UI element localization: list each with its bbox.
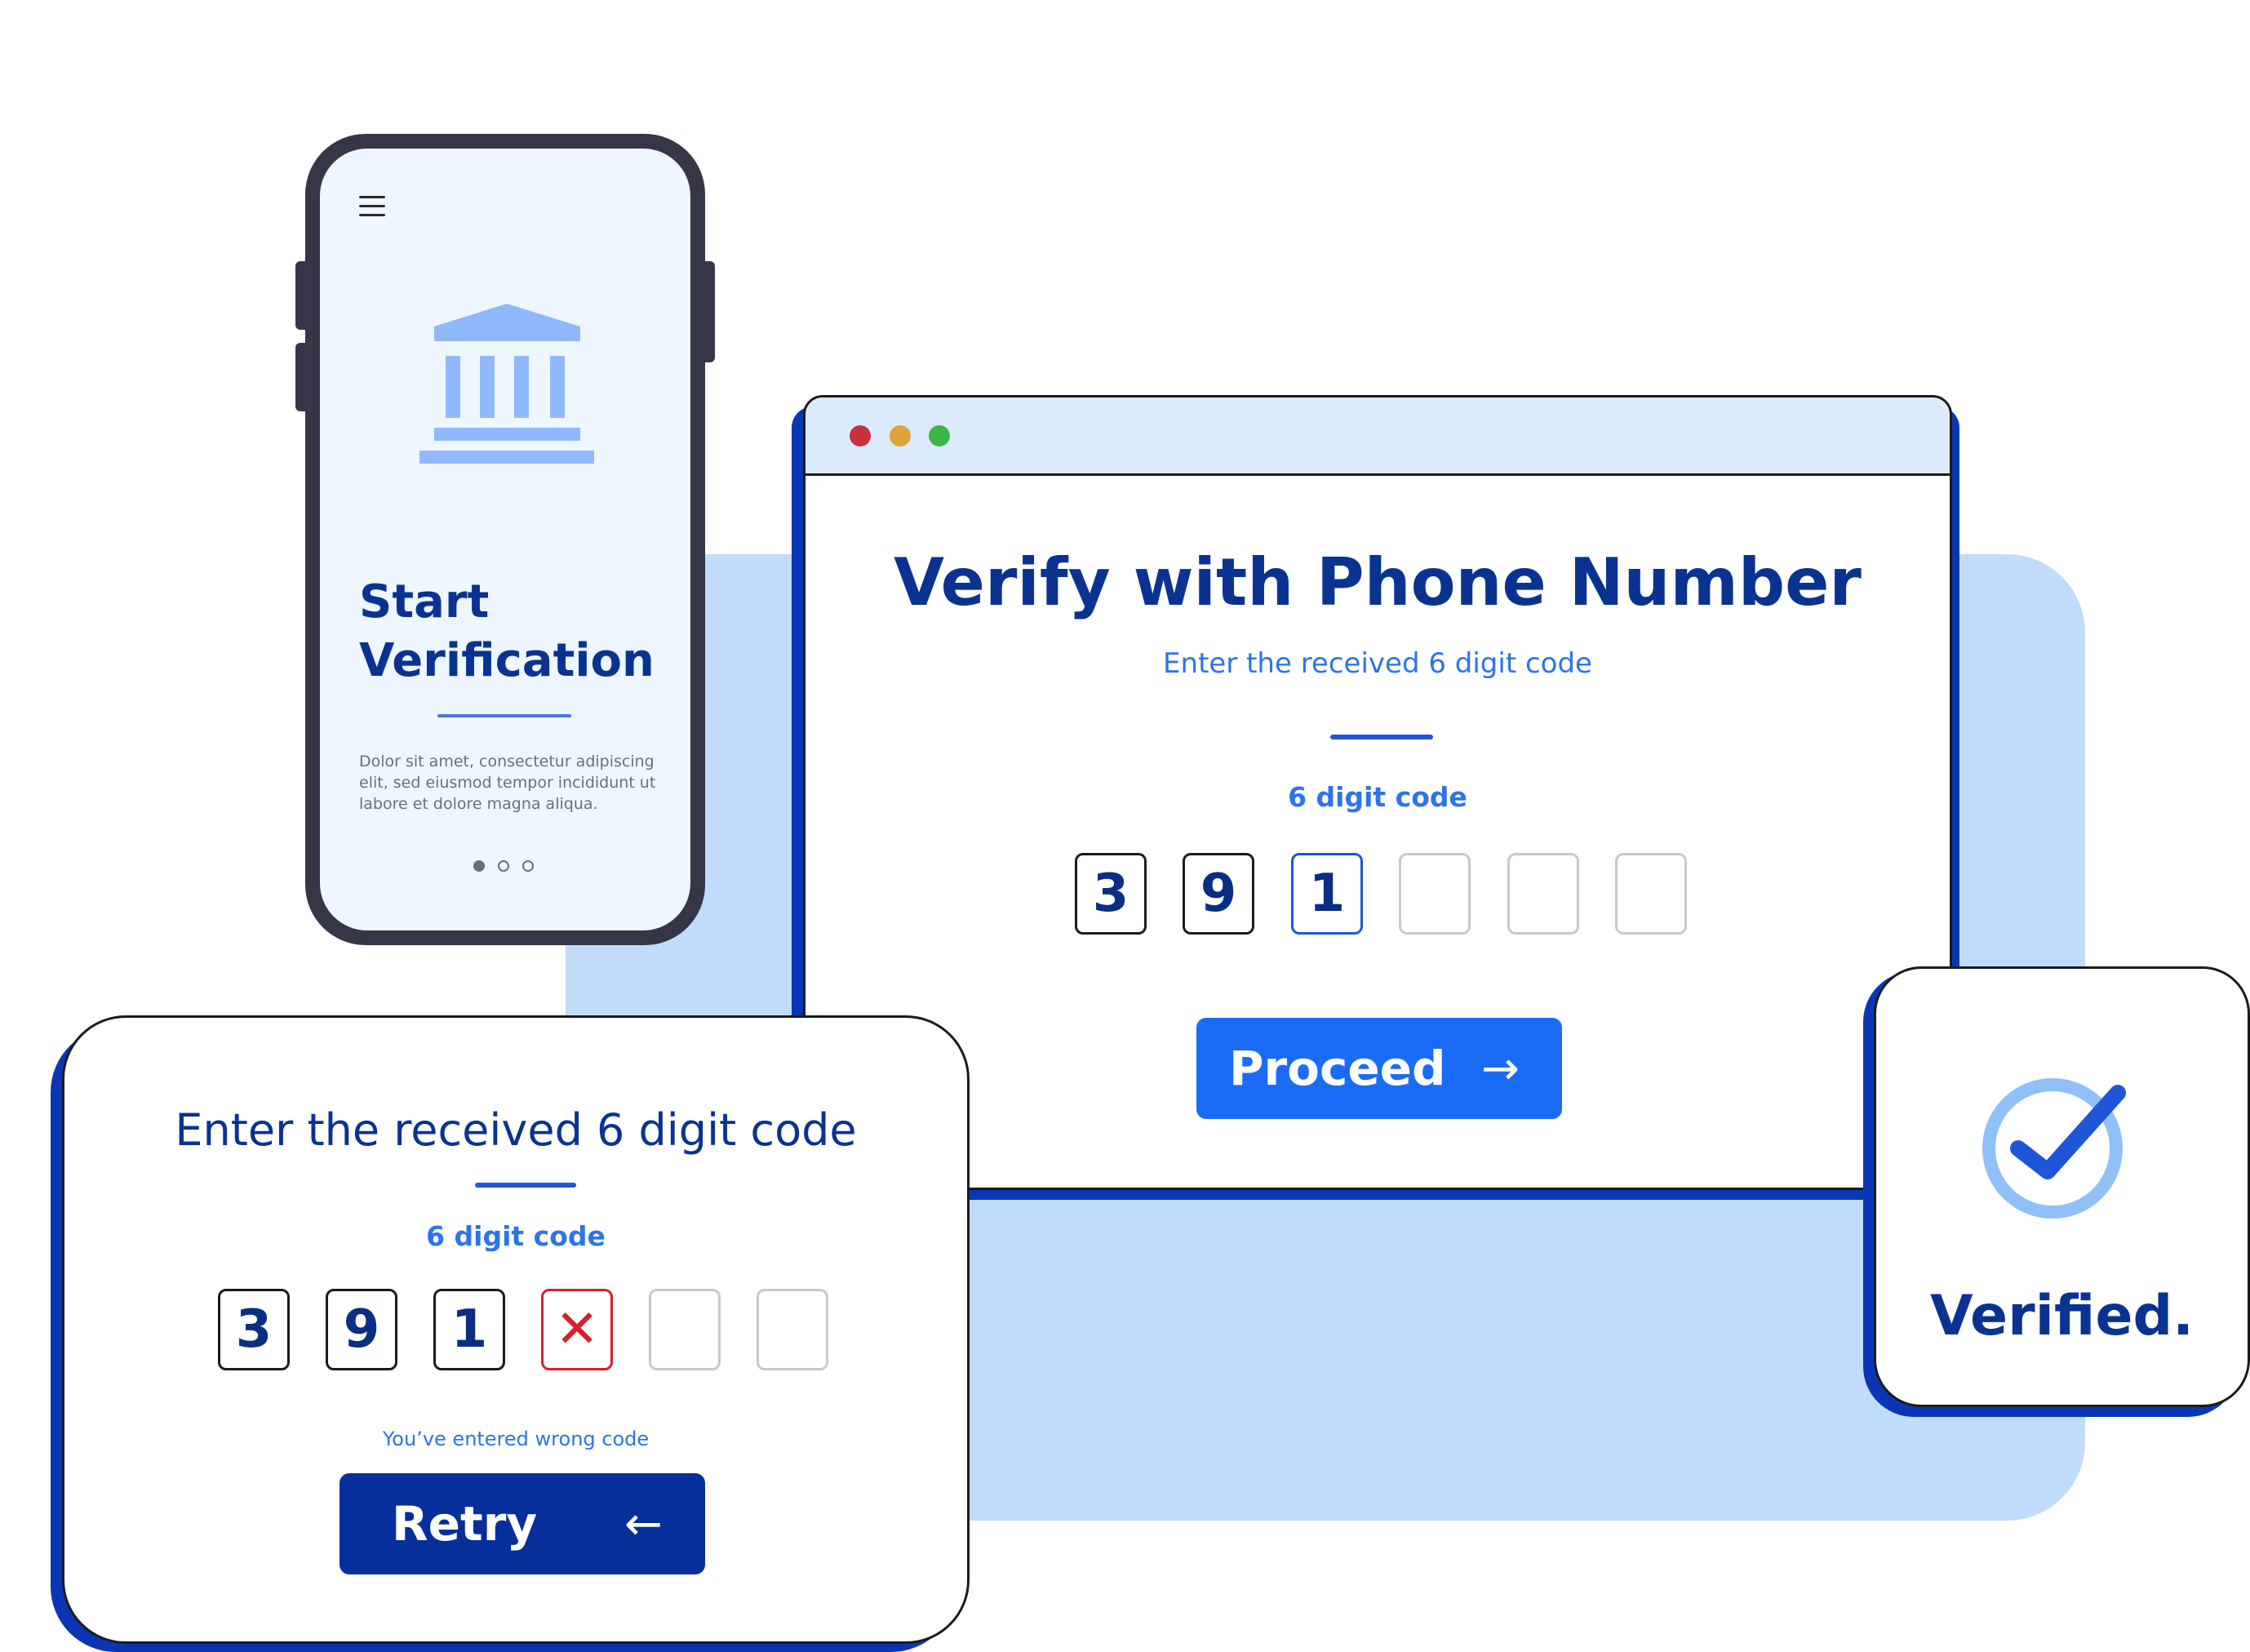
code-digit-input[interactable]: 3 xyxy=(218,1289,290,1370)
divider xyxy=(437,714,571,717)
code-digit-input[interactable] xyxy=(1507,853,1579,935)
phone-screen: Start Verification Dolor sit amet, conse… xyxy=(320,149,690,930)
code-label: 6 digit code xyxy=(1288,781,1467,813)
arrow-right-icon: → xyxy=(1481,1041,1520,1095)
check-circle-icon xyxy=(1982,1078,2126,1219)
phone-title-line: Verification xyxy=(359,634,655,687)
code-digit-input[interactable] xyxy=(649,1289,721,1370)
divider xyxy=(1330,735,1433,739)
window-maximize-icon[interactable] xyxy=(929,425,950,446)
browser-window: Verify with Phone Number Enter the recei… xyxy=(803,395,1952,1190)
verified-card: Verified. xyxy=(1874,966,2250,1407)
error-message: You’ve entered wrong code xyxy=(382,1428,650,1450)
phone-title: Start Verification xyxy=(359,573,655,691)
body-line: labore et dolore magna aliqua. xyxy=(359,795,598,813)
page-title: Verify with Phone Number xyxy=(894,544,1862,620)
proceed-label: Proceed xyxy=(1229,1041,1446,1096)
body-line: elit, sed eiusmod tempor incididunt ut xyxy=(359,774,656,792)
retry-label: Retry xyxy=(392,1496,538,1552)
code-digit-input[interactable]: 9 xyxy=(1183,853,1254,935)
divider xyxy=(475,1183,576,1188)
phone-title-line: Start xyxy=(359,575,490,628)
code-digit-input[interactable]: 1 xyxy=(433,1289,505,1370)
pagination-dot-active[interactable] xyxy=(473,860,485,872)
code-digit-input[interactable] xyxy=(1615,853,1687,935)
retry-card: Enter the received 6 digit code 6 digit … xyxy=(62,1015,970,1644)
code-digit-input[interactable]: 3 xyxy=(1075,853,1147,935)
code-digit-input[interactable] xyxy=(1399,853,1471,935)
code-digit-error-x-icon[interactable]: ✕ xyxy=(541,1289,613,1370)
code-digit-input[interactable]: 9 xyxy=(326,1289,397,1370)
code-digit-input[interactable] xyxy=(757,1289,828,1370)
retry-button[interactable]: Retry ← xyxy=(339,1473,705,1574)
page-subtitle: Enter the received 6 digit code xyxy=(1163,647,1592,680)
code-label: 6 digit code xyxy=(426,1220,606,1252)
verified-label: Verified. xyxy=(1930,1284,2194,1348)
code-digit-input-focused[interactable]: 1 xyxy=(1291,853,1363,935)
bank-building-icon xyxy=(419,304,594,464)
arrow-left-icon: ← xyxy=(624,1497,663,1551)
phone-body-text: Dolor sit amet, consectetur adipiscing e… xyxy=(359,751,661,815)
proceed-button[interactable]: Proceed → xyxy=(1196,1018,1562,1119)
window-titlebar xyxy=(805,397,1950,476)
pagination-dot[interactable] xyxy=(522,860,534,872)
pagination-dot[interactable] xyxy=(498,860,509,872)
window-close-icon[interactable] xyxy=(850,425,871,446)
hamburger-menu-icon[interactable] xyxy=(359,196,385,223)
body-line: Dolor sit amet, consectetur adipiscing xyxy=(359,753,655,770)
window-minimize-icon[interactable] xyxy=(890,425,911,446)
card-title: Enter the received 6 digit code xyxy=(175,1104,857,1156)
